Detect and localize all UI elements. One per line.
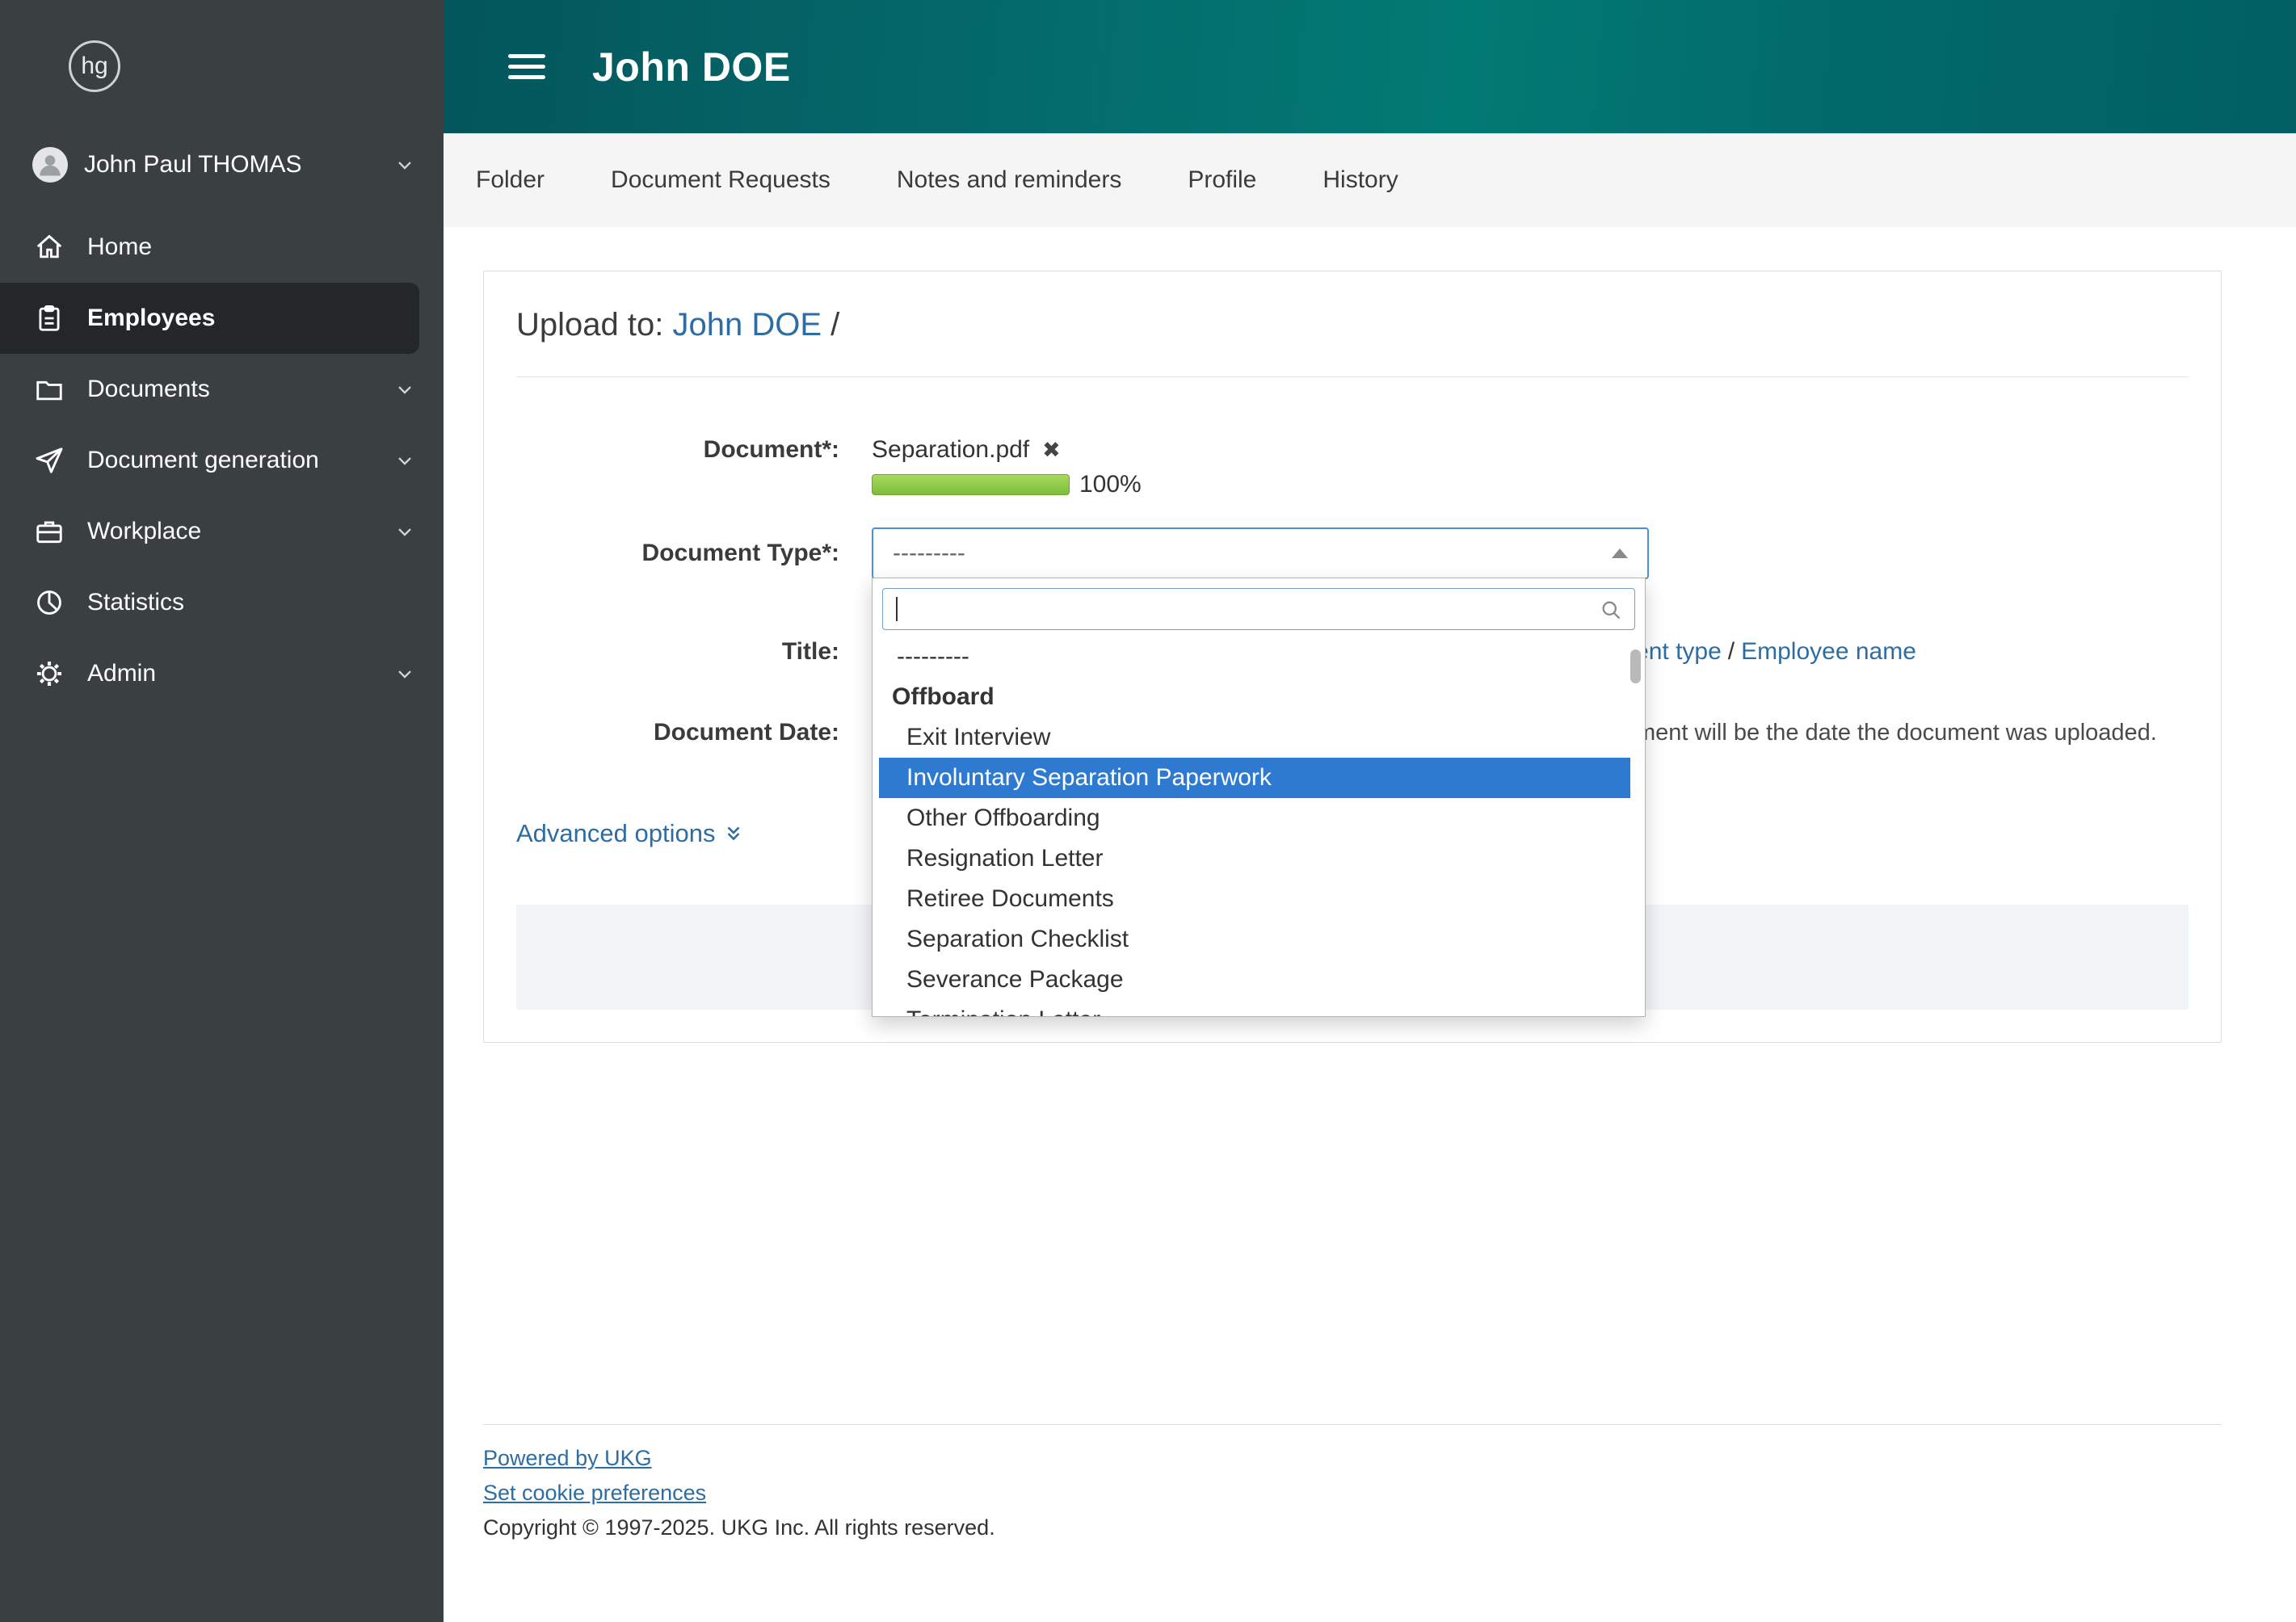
user-avatar-icon [32, 147, 68, 183]
upload-card: Upload to: John DOE / Document*: Separat… [483, 271, 2222, 1043]
progress-bar [872, 474, 1070, 495]
copyright-text: Copyright © 1997-2025. UKG Inc. All righ… [483, 1515, 995, 1540]
chevron-down-icon [393, 520, 416, 543]
main-area: John DOE Folder Document Requests Notes … [444, 0, 2296, 1622]
logo-wrap: hg [0, 0, 444, 92]
uploaded-file: Separation.pdf ✖ [872, 434, 1142, 466]
sidebar-item-employees[interactable]: Employees [0, 283, 419, 354]
title-link-separator: / [1727, 638, 1735, 665]
page-header: John DOE [444, 0, 2296, 133]
home-icon [34, 232, 65, 263]
dropdown-option-exit-interview[interactable]: Exit Interview [873, 717, 1645, 758]
chevron-down-icon [393, 449, 416, 472]
file-name: Separation.pdf [872, 436, 1030, 463]
sidebar-item-document-generation[interactable]: Document generation [0, 425, 444, 496]
chevron-down-icon [393, 662, 416, 685]
sidebar-item-label: Employees [87, 305, 216, 331]
sidebar-item-label: Home [87, 233, 153, 260]
progress-percent: 100% [1079, 471, 1142, 498]
dropdown-group-offboard: Offboard [892, 683, 995, 710]
dropdown-option-retiree-documents[interactable]: Retiree Documents [873, 879, 1645, 919]
footer-divider [483, 1424, 2222, 1425]
gear-icon [34, 658, 65, 689]
document-type-select[interactable]: --------- [872, 527, 1649, 579]
sidebar-item-home[interactable]: Home [0, 212, 444, 283]
sidebar-item-label: Document generation [87, 447, 319, 473]
tab-history[interactable]: History [1323, 166, 1398, 194]
document-row: Document*: Separation.pdf ✖ 100% [516, 434, 2189, 498]
upload-form: Document*: Separation.pdf ✖ 100% Documen… [516, 434, 2189, 1017]
user-name: John Paul THOMAS [84, 151, 302, 178]
tab-profile[interactable]: Profile [1188, 166, 1256, 194]
dropdown-option-list: --------- Offboard Exit Interview Involu… [873, 637, 1645, 1016]
dropdown-option-severance-package[interactable]: Severance Package [873, 960, 1645, 1000]
upload-heading: Upload to: John DOE / [516, 302, 2189, 347]
content-area: Upload to: John DOE / Document*: Separat… [444, 227, 2296, 1622]
title-label: Title: [781, 638, 839, 665]
double-chevron-down-icon [723, 823, 744, 844]
sidebar-user-menu[interactable]: John Paul THOMAS [0, 92, 444, 207]
upload-heading-suffix: / [831, 307, 840, 342]
upload-heading-prefix: Upload to: [516, 307, 664, 342]
advanced-options-link[interactable]: Advanced options [516, 819, 744, 848]
document-type-row: Document Type*: --------- --------- Offb… [516, 527, 2189, 1017]
page-footer: Powered by UKG Set cookie preferences Co… [483, 1424, 2222, 1540]
cookie-preferences-link[interactable]: Set cookie preferences [483, 1481, 706, 1506]
hg-logo[interactable]: hg [69, 40, 120, 92]
chevron-down-icon [393, 378, 416, 401]
upload-progress: 100% [872, 471, 1142, 498]
documents-icon [34, 374, 65, 405]
sidebar-item-documents[interactable]: Documents [0, 354, 444, 425]
sidebar-nav: Home Employees Documents Document genera… [0, 212, 444, 709]
dropdown-option-empty[interactable]: --------- [873, 637, 1645, 677]
tab-notes-and-reminders[interactable]: Notes and reminders [897, 166, 1121, 194]
text-caret [896, 597, 898, 621]
document-type-label: Document Type*: [641, 540, 839, 566]
document-label: Document*: [703, 436, 839, 463]
paper-plane-icon [34, 445, 65, 476]
hamburger-menu-icon[interactable] [508, 48, 545, 86]
employee-folder-link[interactable]: John DOE [672, 307, 822, 342]
dropdown-search-input[interactable] [882, 588, 1635, 630]
tab-bar: Folder Document Requests Notes and remin… [444, 133, 2296, 227]
dropdown-option-resignation-letter[interactable]: Resignation Letter [873, 838, 1645, 879]
document-value: Separation.pdf ✖ 100% [872, 434, 1142, 498]
employees-icon [34, 303, 65, 334]
logo-text: hg [81, 53, 108, 79]
app-window: hg John Paul THOMAS Home Employees Docum… [0, 0, 2296, 1622]
sidebar-item-statistics[interactable]: Statistics [0, 567, 444, 638]
tab-folder[interactable]: Folder [476, 166, 545, 194]
briefcase-icon [34, 516, 65, 547]
dropdown-option-separation-checklist[interactable]: Separation Checklist [873, 919, 1645, 960]
search-icon [1600, 599, 1622, 621]
pie-chart-icon [34, 587, 65, 618]
dropdown-option-termination-letter[interactable]: Termination Letter [873, 1000, 1645, 1016]
title-link-employee-name[interactable]: Employee name [1741, 638, 1916, 665]
sidebar-item-label: Statistics [87, 589, 185, 616]
dropdown-scrollbar-thumb[interactable] [1630, 649, 1641, 683]
document-type-dropdown: --------- Offboard Exit Interview Involu… [872, 578, 1646, 1017]
remove-file-icon[interactable]: ✖ [1042, 434, 1061, 466]
dropdown-search-wrap [873, 578, 1645, 637]
document-type-selected-value: --------- [893, 540, 965, 566]
page-title: John DOE [592, 44, 791, 90]
tab-document-requests[interactable]: Document Requests [611, 166, 831, 194]
dropdown-option-other-offboarding[interactable]: Other Offboarding [873, 798, 1645, 838]
sidebar-item-label: Documents [87, 376, 210, 402]
dropdown-option-involuntary-separation-paperwork[interactable]: Involuntary Separation Paperwork [879, 758, 1630, 798]
sidebar-item-workplace[interactable]: Workplace [0, 496, 444, 567]
powered-by-ukg-link[interactable]: Powered by UKG [483, 1446, 652, 1471]
chevron-down-icon [393, 153, 416, 176]
sidebar: hg John Paul THOMAS Home Employees Docum… [0, 0, 444, 1622]
sidebar-item-admin[interactable]: Admin [0, 638, 444, 709]
heading-divider [516, 376, 2189, 377]
advanced-options-label: Advanced options [516, 819, 716, 847]
sidebar-item-label: Admin [87, 660, 157, 687]
sidebar-item-label: Workplace [87, 518, 202, 544]
document-date-label: Document Date: [653, 719, 839, 746]
select-arrow-up-icon [1612, 548, 1628, 558]
